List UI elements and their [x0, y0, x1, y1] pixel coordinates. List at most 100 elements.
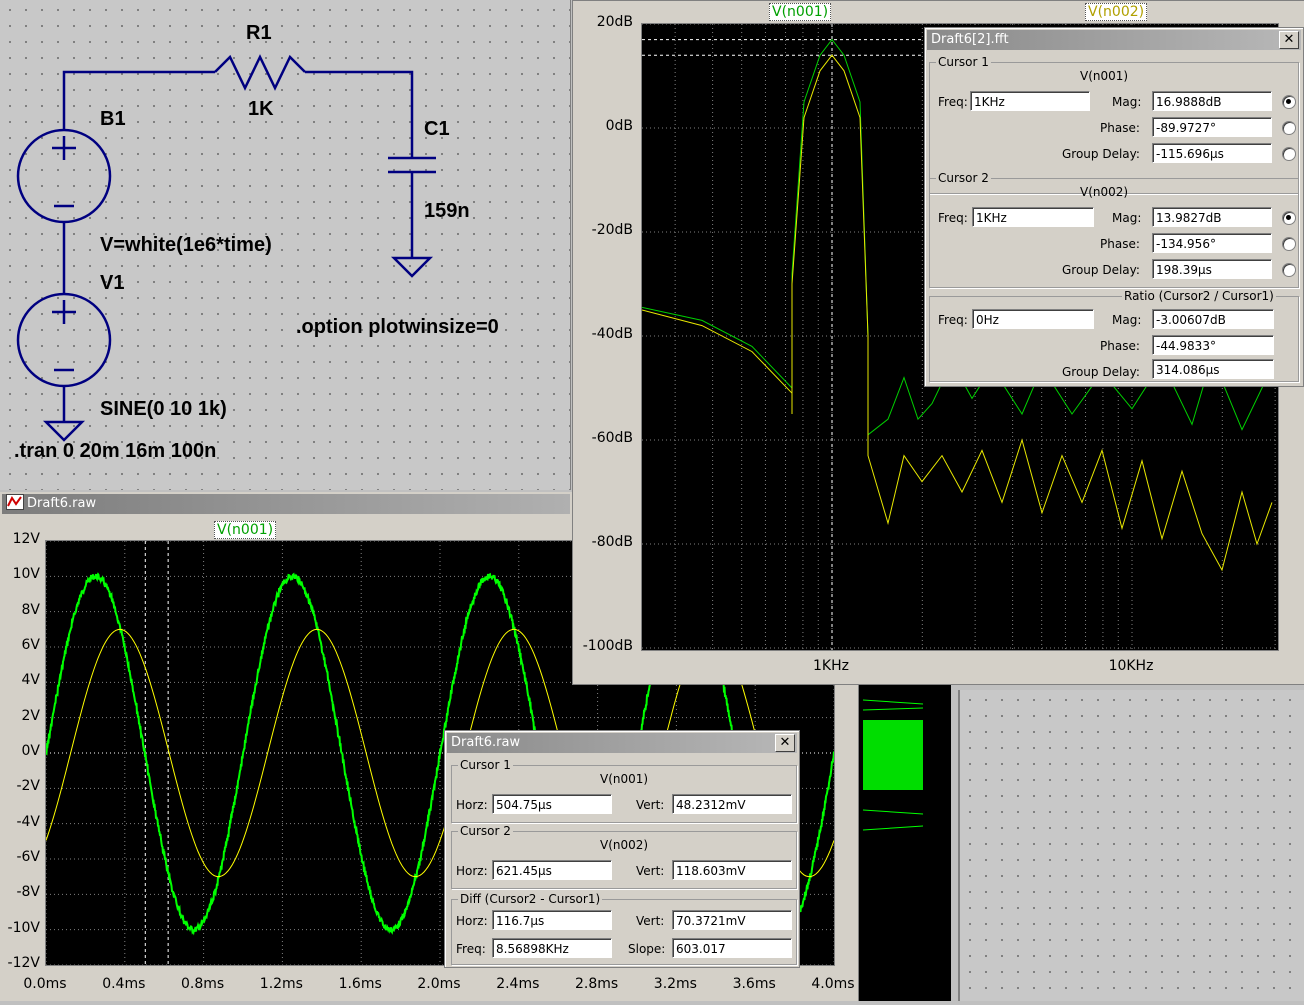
x-tick-label: 0.8ms [180, 976, 225, 992]
fft-dialog-titlebar[interactable]: Draft6[2].fft [927, 30, 1301, 50]
y-tick-label: -80dB [591, 534, 633, 550]
cursor1-freq-field[interactable]: 1KHz [970, 91, 1090, 111]
y-tick-label: -10V [7, 919, 40, 936]
diff-horz-field[interactable]: 116.7µs [492, 910, 612, 930]
trace-name: V(n001) [1080, 69, 1129, 83]
y-tick-label: 20dB [596, 14, 633, 30]
y-tick-label: 6V [21, 637, 40, 653]
cursor1-horz-field[interactable]: 504.75µs [492, 794, 612, 814]
time-plot-title: Draft6.raw [27, 496, 97, 511]
vert-label: Vert: [636, 914, 665, 928]
time-dialog-titlebar[interactable]: Draft6.raw [447, 733, 797, 753]
diff-freq-field[interactable]: 8.56898KHz [492, 938, 612, 958]
fft-cursor2-group: Cursor 2 V(n002) Freq: 1KHz Mag: 13.9827… [929, 171, 1299, 288]
y-tick-label: -100dB [582, 638, 633, 654]
cursor2-vert-field[interactable]: 118.603mV [672, 860, 792, 880]
y-tick-label: -6V [16, 849, 40, 865]
trace-name: V(n001) [600, 772, 649, 786]
option-directive[interactable]: .option plotwinsize=0 [296, 316, 499, 339]
fft-trace1-label[interactable]: V(n001) [769, 3, 832, 21]
group-delay-label: Group Delay: [1062, 263, 1140, 277]
group-delay-label: Group Delay: [1062, 365, 1140, 379]
fft-cursor-dialog[interactable]: Draft6[2].fft ✕ Cursor 1 V(n001) Freq: 1… [924, 27, 1304, 387]
vert-label: Vert: [636, 798, 665, 812]
group-label: Cursor 2 [936, 171, 991, 185]
cursor1-group-delay-radio[interactable] [1282, 147, 1296, 161]
y-tick-label: 10V [12, 566, 40, 583]
x-tick-label: 4.0ms [811, 976, 855, 992]
horz-label: Horz: [456, 864, 488, 878]
y-tick-label: -4V [16, 813, 40, 830]
y-tick-label: -20dB [591, 222, 633, 238]
x-tick-label: 0.4ms [102, 976, 146, 992]
v1-expression[interactable]: SINE(0 10 1k) [100, 398, 227, 421]
v1-name[interactable]: V1 [100, 272, 124, 295]
freq-label: Freq: [938, 95, 968, 109]
freq-label: Freq: [456, 942, 486, 956]
ratio-group-delay-field[interactable]: 314.086µs [1152, 359, 1274, 379]
cursor1-group-delay-field[interactable]: -115.696µs [1152, 143, 1272, 163]
background-trace [862, 699, 924, 831]
cursor2-phase-radio[interactable] [1282, 237, 1296, 251]
phase-label: Phase: [1100, 121, 1140, 135]
c1-name[interactable]: C1 [424, 118, 450, 141]
cursor2-group-delay-field[interactable]: 198.39µs [1152, 259, 1272, 279]
time-trace-label[interactable]: V(n001) [214, 521, 277, 539]
cursor2-mag-radio[interactable] [1282, 211, 1296, 225]
background-schematic [958, 690, 1304, 1001]
y-tick-label: -8V [16, 884, 40, 901]
freq-label: Freq: [938, 211, 968, 225]
cursor2-phase-field[interactable]: -134.956° [1152, 233, 1272, 253]
y-tick-label: 0dB [605, 118, 633, 134]
ratio-mag-field[interactable]: -3.00607dB [1152, 309, 1274, 329]
horz-label: Horz: [456, 798, 488, 812]
cursor1-phase-radio[interactable] [1282, 121, 1296, 135]
y-tick-label: -60dB [591, 430, 633, 446]
mag-label: Mag: [1112, 211, 1142, 225]
b1-name[interactable]: B1 [100, 108, 126, 131]
y-tick-label: -12V [7, 955, 40, 971]
cursor1-mag-radio[interactable] [1282, 95, 1296, 109]
mag-label: Mag: [1112, 313, 1142, 327]
cursor2-group-delay-radio[interactable] [1282, 263, 1296, 277]
time-dialog-title: Draft6.raw [451, 735, 521, 750]
c1-value[interactable]: 159n [424, 200, 470, 223]
ratio-freq-field[interactable]: 0Hz [972, 309, 1094, 329]
background-axis-left: V [865, 982, 875, 998]
schematic-canvas[interactable]: R1 1K B1 C1 159n V=white(1e6*time) V1 .o… [0, 0, 571, 490]
y-tick-label: 0V [21, 743, 40, 759]
time-plot-titlebar[interactable]: Draft6.raw [2, 494, 570, 514]
cursor2-freq-field[interactable]: 1KHz [972, 207, 1094, 227]
time-cursor-dialog[interactable]: Draft6.raw ✕ Cursor 1 V(n001) Horz: 504.… [444, 730, 800, 968]
freq-label: Freq: [938, 313, 968, 327]
close-icon[interactable]: ✕ [1279, 31, 1299, 49]
diff-slope-field[interactable]: 603.017 [672, 938, 792, 958]
phase-label: Phase: [1100, 237, 1140, 251]
group-delay-label: Group Delay: [1062, 147, 1140, 161]
group-label: Diff (Cursor2 - Cursor1) [458, 892, 603, 906]
fft-trace2-label[interactable]: V(n002) [1085, 3, 1148, 21]
diff-vert-field[interactable]: 70.3721mV [672, 910, 792, 930]
group-label: Cursor 1 [936, 55, 991, 69]
ratio-phase-field[interactable]: -44.9833° [1152, 335, 1274, 355]
r1-value[interactable]: 1K [248, 98, 274, 121]
time-cursor2-group: Cursor 2 V(n002) Horz: 621.45µs Vert: 11… [451, 824, 797, 889]
y-tick-label: -2V [16, 778, 40, 795]
cursor1-phase-field[interactable]: -89.9727° [1152, 117, 1272, 137]
time-cursor1-group: Cursor 1 V(n001) Horz: 504.75µs Vert: 48… [451, 758, 797, 823]
b1-expression[interactable]: V=white(1e6*time) [100, 234, 272, 257]
cursor1-vert-field[interactable]: 48.2312mV [672, 794, 792, 814]
time-diff-group: Diff (Cursor2 - Cursor1) Horz: 116.7µs V… [451, 892, 797, 965]
cursor2-horz-field[interactable]: 621.45µs [492, 860, 612, 880]
group-label: Cursor 2 [458, 824, 513, 838]
x-tick-label: 2.0ms [417, 976, 461, 992]
r1-name[interactable]: R1 [246, 22, 272, 45]
y-tick-label: 12V [12, 531, 40, 547]
phase-label: Phase: [1100, 339, 1140, 353]
x-tick-label: 1.2ms [259, 976, 303, 992]
close-icon[interactable]: ✕ [775, 734, 795, 752]
tran-directive[interactable]: .tran 0 20m 16m 100n [14, 440, 216, 463]
cursor2-mag-field[interactable]: 13.9827dB [1152, 207, 1272, 227]
trace-name: V(n002) [600, 838, 649, 852]
cursor1-mag-field[interactable]: 16.9888dB [1152, 91, 1272, 111]
